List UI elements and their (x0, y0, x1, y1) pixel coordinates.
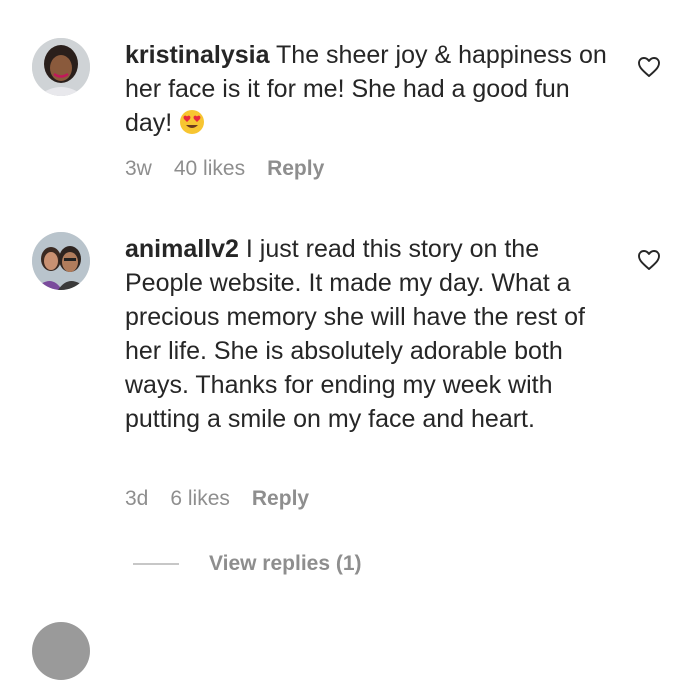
view-replies-label: View replies (1) (209, 552, 362, 575)
comment-likes[interactable]: 40 likes (174, 157, 245, 181)
comment-message: I just read this story on the People web… (125, 235, 585, 433)
comment-text: animallv2 I just read this story on the … (125, 232, 615, 436)
avatar-photo (32, 232, 90, 290)
comment-likes[interactable]: 6 likes (170, 487, 230, 511)
avatar[interactable] (32, 622, 90, 680)
comment-username[interactable]: kristinalysia (125, 41, 270, 69)
heart-eyes-emoji-icon (180, 110, 205, 134)
avatar[interactable] (32, 232, 90, 290)
reply-button[interactable]: Reply (252, 487, 309, 511)
reply-button[interactable]: Reply (267, 157, 324, 181)
replies-divider (133, 563, 179, 565)
comment-username[interactable]: animallv2 (125, 235, 239, 263)
avatar-photo (32, 38, 90, 96)
heart-outline-icon[interactable] (637, 56, 661, 78)
comment-time: 3w (125, 157, 152, 180)
heart-outline-icon[interactable] (637, 249, 661, 271)
avatar[interactable] (32, 38, 90, 96)
view-replies-button[interactable]: View replies (1) (133, 552, 362, 576)
comment-time: 3d (125, 487, 149, 510)
comment-meta: 3w 40 likes Reply (125, 157, 324, 181)
comment-meta: 3d 6 likes Reply (125, 487, 309, 511)
comment-text: kristinalysia The sheer joy & happiness … (125, 38, 615, 140)
